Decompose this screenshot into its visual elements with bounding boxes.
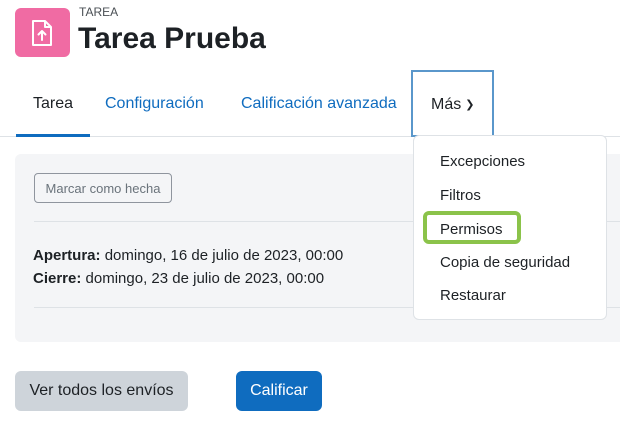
more-menu-dropdown: Excepciones Filtros Permisos Copia de se… [413, 135, 607, 320]
menu-item-filtros[interactable]: Filtros [440, 187, 481, 204]
tab-calificacion-avanzada[interactable]: Calificación avanzada [224, 70, 414, 136]
menu-item-copia-de-seguridad[interactable]: Copia de seguridad [440, 254, 570, 271]
closing-label: Cierre: [33, 270, 82, 287]
activity-type-label: TAREA [79, 5, 119, 19]
menu-item-restaurar[interactable]: Restaurar [440, 287, 506, 304]
tab-tarea[interactable]: Tarea [16, 70, 91, 137]
page-title: Tarea Prueba [78, 22, 266, 55]
closing-date: Cierre: domingo, 23 de julio de 2023, 00… [33, 267, 343, 290]
mark-as-done-button[interactable]: Marcar como hecha [34, 173, 172, 203]
assignment-upload-icon [32, 20, 52, 46]
tab-configuracion[interactable]: Configuración [88, 70, 221, 136]
activity-icon [15, 8, 70, 57]
activity-dates: Apertura: domingo, 16 de julio de 2023, … [33, 244, 343, 290]
opening-date: Apertura: domingo, 16 de julio de 2023, … [33, 244, 343, 267]
menu-item-permisos[interactable]: Permisos [440, 221, 503, 238]
closing-value: domingo, 23 de julio de 2023, 00:00 [85, 270, 325, 287]
grade-button[interactable]: Calificar [236, 371, 322, 411]
menu-item-excepciones[interactable]: Excepciones [440, 153, 525, 170]
view-all-submissions-button[interactable]: Ver todos los envíos [15, 371, 188, 411]
tab-mas[interactable]: Más ❯ [411, 70, 494, 137]
secondary-navigation: Tarea Configuración Calificación avanzad… [0, 70, 620, 137]
opening-value: domingo, 16 de julio de 2023, 00:00 [104, 247, 344, 264]
opening-label: Apertura: [33, 247, 101, 264]
chevron-down-icon: ❯ [465, 99, 475, 111]
tab-mas-label: Más [431, 96, 462, 113]
